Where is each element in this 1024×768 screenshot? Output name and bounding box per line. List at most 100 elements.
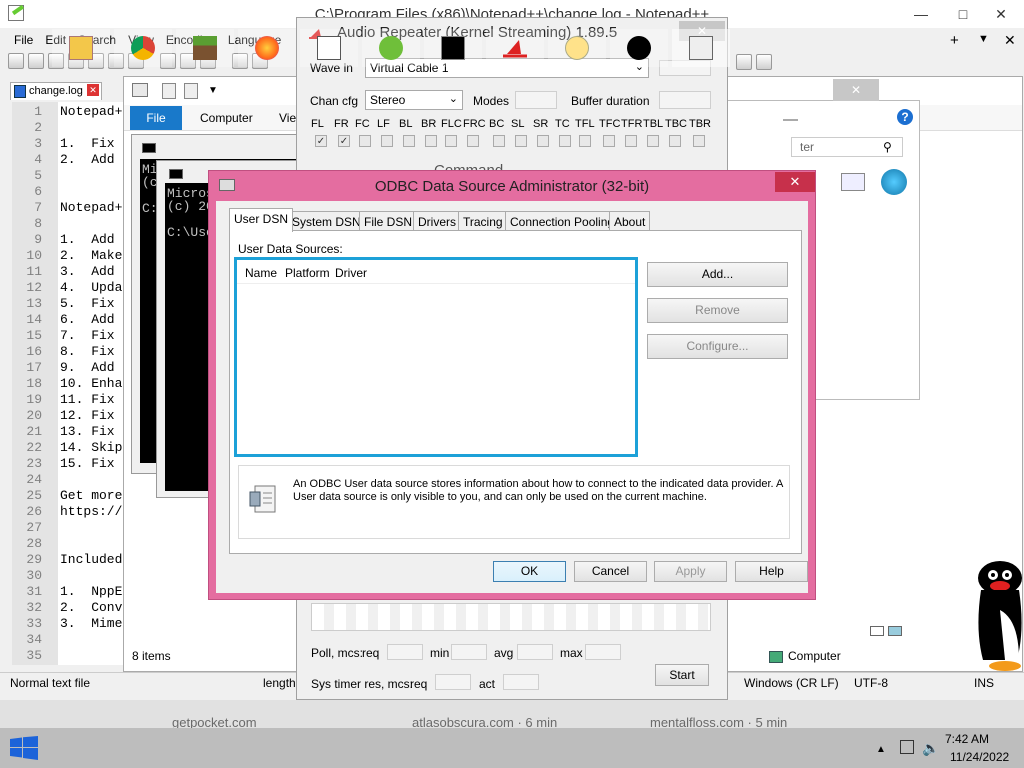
run-macro-multiple-icon[interactable] (756, 54, 772, 70)
editor-line[interactable]: 13. Fix (60, 424, 115, 440)
help-button[interactable]: Help (735, 561, 808, 582)
taskbar-cmd[interactable] (424, 29, 482, 67)
editor-line[interactable]: 4. Upda (60, 280, 122, 296)
editor-line[interactable]: https:// (60, 504, 122, 520)
editor-line[interactable]: 1. Add (60, 232, 115, 248)
taskbar-file-explorer[interactable] (52, 29, 110, 67)
new-tab-plus-icon[interactable]: + (950, 32, 959, 49)
play-macro-icon[interactable] (736, 54, 752, 70)
ok-button[interactable]: OK (493, 561, 566, 582)
modes-field[interactable] (515, 91, 557, 109)
close-button[interactable]: ✕ (978, 0, 1024, 28)
channel-checkbox-tfc[interactable] (603, 135, 615, 147)
editor-line[interactable]: 2. Conv (60, 600, 122, 616)
channel-checkbox-tfr[interactable] (625, 135, 637, 147)
windows-start-icon[interactable] (10, 736, 38, 760)
column-platform[interactable]: Platform (285, 266, 330, 280)
tab-connection-pooling[interactable]: Connection Pooling (505, 211, 620, 231)
add-button[interactable]: Add... (647, 262, 788, 287)
minimize-button[interactable]: — (783, 111, 798, 128)
editor-line[interactable]: Notepad++ (60, 104, 130, 120)
network-globe-icon[interactable] (881, 169, 907, 195)
view-toggle-icons[interactable] (870, 626, 902, 638)
close-button[interactable]: ✕ (833, 79, 879, 101)
editor-line[interactable]: 8. Fix (60, 344, 115, 360)
new-file-icon[interactable] (8, 53, 24, 69)
editor-line[interactable]: 3. Mime (60, 616, 122, 632)
channel-checkbox-fc[interactable] (359, 135, 371, 147)
channel-checkbox-tbl[interactable] (647, 135, 659, 147)
editor-line[interactable]: 15. Fix (60, 456, 115, 472)
tab-system-dsn[interactable]: System DSN (287, 211, 366, 231)
minimize-button[interactable]: — (898, 0, 944, 28)
quick-access-dropdown-icon[interactable]: ▼ (208, 85, 218, 96)
channel-checkbox-sl[interactable] (515, 135, 527, 147)
taskbar-network-app[interactable] (548, 29, 606, 67)
display-icon[interactable] (841, 173, 865, 191)
channel-checkbox-bc[interactable] (493, 135, 505, 147)
dropdown-icon[interactable]: ▼ (978, 33, 989, 45)
editor-line[interactable]: 6. Add (60, 312, 115, 328)
buffer-duration-field[interactable] (659, 91, 711, 109)
channel-checkbox-lf[interactable] (381, 135, 393, 147)
data-sources-list[interactable]: Name Platform Driver (234, 257, 638, 457)
channel-checkbox-flc[interactable] (445, 135, 457, 147)
taskbar-odbc[interactable] (672, 29, 730, 67)
tab-user-dsn[interactable]: User DSN (229, 208, 294, 232)
channel-checkbox-fl[interactable]: ✓ (315, 135, 327, 147)
apply-button[interactable]: Apply (654, 561, 727, 582)
channel-checkbox-tfl[interactable] (579, 135, 591, 147)
tab-close-icon[interactable]: ✕ (87, 84, 99, 96)
remove-button[interactable]: Remove (647, 298, 788, 323)
ribbon-file-tab[interactable]: File (130, 106, 182, 130)
taskbar-audio-repeater[interactable] (486, 29, 544, 67)
menu-file[interactable]: File (8, 30, 39, 50)
editor-line[interactable]: Notepad++ (60, 200, 130, 216)
taskbar-chrome[interactable] (114, 29, 172, 67)
taskbar-firefox[interactable] (238, 29, 296, 67)
column-name[interactable]: Name (245, 266, 277, 280)
channel-checkbox-tbc[interactable] (669, 135, 681, 147)
column-driver[interactable]: Driver (335, 266, 367, 280)
taskbar-minecraft[interactable] (176, 29, 234, 67)
document-tab[interactable]: change.log ✕ (10, 82, 102, 100)
cancel-button[interactable]: Cancel (574, 561, 647, 582)
editor-line[interactable]: 3. Add (60, 264, 115, 280)
new-folder-icon[interactable] (184, 83, 198, 99)
chan-cfg-select[interactable]: Stereo ⌄ (365, 90, 463, 110)
editor-line[interactable]: 9. Add (60, 360, 115, 376)
editor-line[interactable]: 12. Fix (60, 408, 115, 424)
editor-line[interactable]: 10. Enha (60, 376, 122, 392)
channel-checkbox-bl[interactable] (403, 135, 415, 147)
editor-line[interactable]: 1. NppE (60, 584, 122, 600)
editor-line[interactable]: 7. Fix (60, 328, 115, 344)
ribbon-view-tab[interactable]: Vie (279, 111, 296, 125)
channel-checkbox-sr[interactable] (537, 135, 549, 147)
clock-time[interactable]: 7:42 AM (945, 732, 989, 746)
channel-checkbox-tc[interactable] (559, 135, 571, 147)
channel-checkbox-fr[interactable]: ✓ (338, 135, 350, 147)
editor-line[interactable]: Get more (60, 488, 122, 504)
taskbar-pingu[interactable] (610, 29, 668, 67)
help-icon[interactable]: ? (897, 109, 913, 125)
close-doc-icon[interactable]: ✕ (1004, 32, 1016, 49)
show-hidden-icons-icon[interactable]: ▲ (876, 744, 886, 755)
search-icon[interactable]: ⚲ (883, 140, 892, 154)
odbc-close-button[interactable]: ✕ (775, 172, 815, 192)
tab-drivers[interactable]: Drivers (413, 211, 461, 231)
editor-line[interactable]: Included (60, 552, 122, 568)
clock-date[interactable]: 11/24/2022 (950, 750, 1009, 764)
channel-checkbox-br[interactable] (425, 135, 437, 147)
tab-tracing[interactable]: Tracing (458, 211, 508, 231)
editor-line[interactable]: 1. Fix (60, 136, 115, 152)
editor-line[interactable]: 14. Skip (60, 440, 122, 456)
channel-checkbox-frc[interactable] (467, 135, 479, 147)
taskbar-notepadpp[interactable] (300, 29, 358, 67)
ribbon-computer-tab[interactable]: Computer (200, 111, 253, 125)
editor-line[interactable]: 11. Fix (60, 392, 115, 408)
channel-checkbox-tbr[interactable] (693, 135, 705, 147)
taskbar-frog-app[interactable] (362, 29, 420, 67)
editor-line[interactable]: 5. Fix (60, 296, 115, 312)
editor-line[interactable]: 2. Add (60, 152, 115, 168)
start-button[interactable]: Start (655, 664, 709, 686)
